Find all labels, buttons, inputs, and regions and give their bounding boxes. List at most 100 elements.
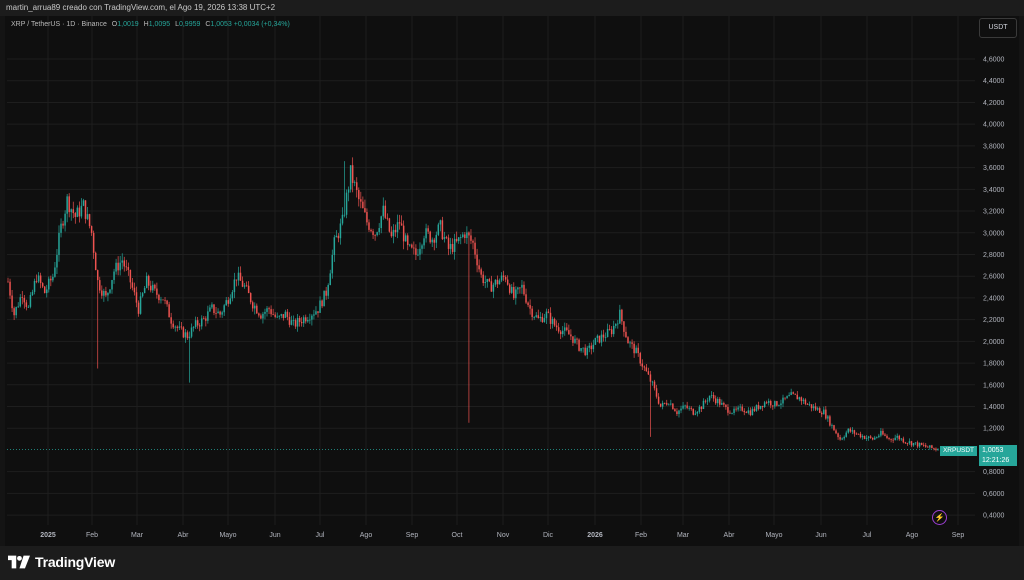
candle-body (804, 399, 807, 405)
candle-body (54, 267, 56, 277)
candle-body (404, 235, 407, 242)
candle-body (876, 437, 878, 438)
candle-body (488, 279, 491, 282)
candle-body (894, 437, 896, 441)
candle-body (808, 404, 811, 406)
candle-body (812, 406, 815, 409)
candle-body (260, 315, 262, 319)
candle-body (827, 416, 829, 419)
candle-body (851, 430, 854, 432)
candle-body (890, 438, 892, 440)
candle-body (400, 223, 403, 226)
candle-body (880, 430, 882, 436)
candle-body (419, 248, 421, 255)
tradingview-logo[interactable]: TradingView (8, 554, 115, 570)
candle-body (643, 366, 646, 368)
candle-body (105, 291, 107, 296)
candle-body (782, 397, 784, 404)
candle-body (241, 280, 244, 287)
candle-body (370, 229, 372, 232)
candle-body (131, 282, 134, 288)
candle-body (531, 308, 533, 317)
candle-body (729, 412, 731, 414)
candle-body (358, 190, 360, 200)
candle-body (284, 311, 287, 318)
candle-body (635, 347, 637, 354)
candle-body (527, 302, 529, 306)
candle-body (172, 323, 174, 328)
candle-body (113, 271, 115, 281)
candle-body (725, 404, 727, 408)
symbol-legend[interactable]: XRP / TetherUS · 1D · Binance O1,0019 H1… (11, 21, 290, 28)
candle-body (604, 336, 607, 338)
candle-body (21, 297, 24, 299)
candle-body (82, 200, 85, 206)
candle-body (825, 409, 827, 419)
candle-body (753, 408, 756, 411)
candle-body (584, 347, 586, 356)
candle-body (337, 235, 340, 239)
candle-body (406, 235, 409, 246)
candle-body (29, 294, 32, 307)
flash-icon[interactable]: ⚡ (932, 510, 947, 525)
candle-body (708, 395, 711, 401)
candle-body (759, 405, 762, 409)
candle-body (307, 320, 309, 322)
low-value: 0,9959 (178, 21, 201, 28)
candle-body (223, 305, 225, 313)
candle-body (341, 214, 344, 224)
candle-body (227, 300, 230, 304)
candle-body (288, 316, 291, 325)
candle-body (56, 254, 58, 268)
candle-body (647, 371, 650, 375)
candle-body (600, 334, 603, 343)
candle-body (211, 304, 213, 308)
candle-body (633, 343, 635, 354)
y-tick-label: 1,8000 (983, 361, 1005, 368)
candle-body (162, 299, 164, 301)
candle-body (649, 374, 652, 382)
currency-button[interactable]: USDT (979, 18, 1017, 38)
candle-body (908, 441, 911, 444)
candle-body (343, 214, 346, 216)
candle-body (755, 405, 758, 411)
candle-body (43, 286, 46, 294)
candle-body (574, 338, 576, 343)
candle-body (731, 412, 733, 414)
candle-body (657, 396, 660, 404)
candle-body (523, 284, 525, 295)
y-tick-label: 3,2000 (983, 209, 1005, 216)
symbol-title: XRP / TetherUS · 1D · Binance (11, 21, 107, 28)
candle-body (490, 281, 493, 292)
candle-body (663, 402, 666, 404)
candle-body (386, 217, 389, 219)
candle-body (133, 287, 136, 293)
candle-body (402, 225, 405, 242)
candle-body (790, 392, 792, 396)
candle-body (313, 314, 315, 316)
candle-body (258, 313, 260, 316)
candle-body (276, 316, 278, 318)
candle-body (855, 433, 858, 435)
candle-body (922, 444, 925, 446)
candle-body (415, 248, 417, 255)
candle-body (272, 314, 274, 316)
candle-body (331, 254, 334, 274)
candle-body (347, 189, 350, 193)
candle-body (765, 402, 768, 404)
brand-name: TradingView (35, 554, 116, 570)
candle-body (374, 234, 376, 236)
candle-body (747, 410, 750, 413)
candle-body (215, 313, 217, 314)
candle-body (184, 332, 187, 338)
price-chart[interactable]: 4,6000 4,4000 4,2000 4,0000 3,8000 3,6000 3,40… (0, 0, 1024, 546)
symbol-price-tag: XRPUSDT (940, 446, 977, 456)
candle-body (292, 320, 295, 321)
candle-body (929, 445, 931, 448)
candle-body (109, 289, 111, 293)
candle-body (592, 344, 595, 350)
candle-body (792, 392, 794, 394)
candle-body (274, 314, 276, 317)
candle-body (727, 407, 729, 413)
candle-body (121, 260, 123, 263)
